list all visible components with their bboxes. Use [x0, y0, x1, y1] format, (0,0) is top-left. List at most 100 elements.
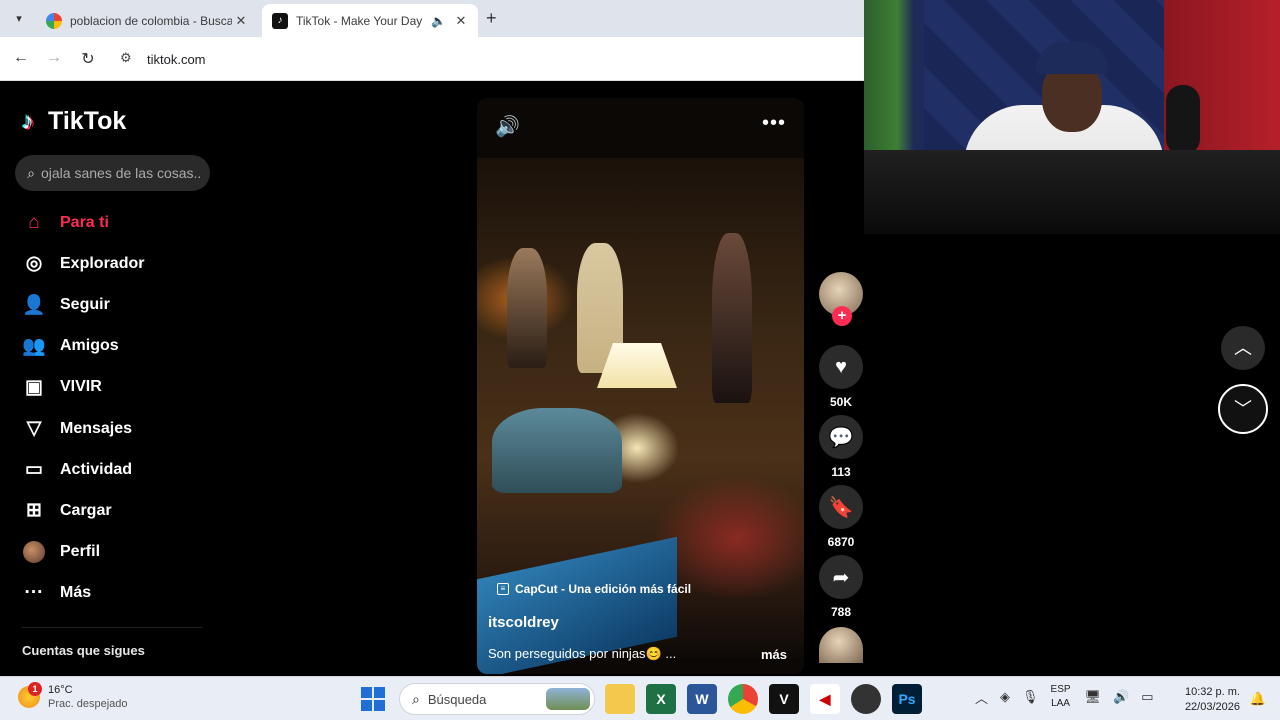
save-action[interactable]: 🔖 6870 — [818, 485, 864, 553]
tab-search-icon[interactable]: ▾ — [8, 8, 30, 30]
share-icon[interactable]: ➦ — [819, 555, 863, 599]
site-info-icon[interactable]: ⚙ — [120, 50, 132, 66]
volume-icon[interactable]: 🔊 — [1113, 689, 1129, 705]
scene-figure — [507, 248, 547, 368]
sidebar-item-seguir[interactable]: 👤 Seguir — [22, 284, 144, 325]
taskbar-search-label: Búsqueda — [427, 691, 487, 707]
heart-icon[interactable]: ♥ — [819, 345, 863, 389]
back-icon[interactable]: ← — [11, 49, 31, 67]
tab-title: TikTok - Make Your Day — [296, 13, 423, 28]
search-icon: ⌕ — [27, 164, 35, 181]
like-count: 50K — [829, 395, 852, 409]
chrome-icon[interactable] — [728, 684, 758, 714]
microphone — [1166, 85, 1200, 155]
sidebar-item-label: Mensajes — [60, 419, 133, 437]
url-field[interactable]: tiktok.com — [147, 52, 206, 67]
security-icon[interactable]: ◈ — [1000, 689, 1010, 705]
previous-video-button[interactable]: ︿ — [1221, 326, 1265, 370]
search-box[interactable]: ⌕ — [15, 155, 210, 191]
weather-temp: 16°C — [48, 684, 73, 696]
taskbar-apps: ⌕ Búsqueda X W V ◀ Ps — [358, 683, 933, 715]
sidebar-item-mensajes[interactable]: ▽ Mensajes — [22, 408, 144, 449]
app-dark-icon[interactable] — [851, 684, 881, 714]
close-tab-icon[interactable]: ✕ — [232, 13, 250, 29]
close-tab-icon[interactable]: ✕ — [452, 13, 470, 29]
network-icon[interactable]: 🖥 — [1085, 689, 1102, 705]
time: 10:32 p. m. — [1184, 686, 1240, 698]
scene-figure — [712, 233, 752, 403]
description-more-link[interactable]: más — [761, 647, 787, 662]
tab-audio-icon[interactable]: 🔈 — [431, 14, 446, 28]
sidebar-item-vivir[interactable]: ▣ VIVIR — [22, 367, 144, 408]
battery-icon[interactable]: ▭ — [1141, 689, 1153, 705]
more-options-icon[interactable]: ••• — [762, 112, 786, 135]
search-highlight-image — [546, 688, 590, 710]
sidebar-item-amigos[interactable]: 👥 Amigos — [22, 326, 144, 367]
creator-avatar[interactable]: + — [819, 272, 863, 326]
divider — [22, 627, 202, 628]
vegas-icon[interactable]: V — [769, 684, 799, 714]
tiktok-note-icon: ♪ — [22, 107, 34, 135]
microphone-icon[interactable]: 🎙 — [1022, 689, 1039, 705]
sidebar-item-cargar[interactable]: ⊞ Cargar — [22, 490, 144, 531]
sidebar-item-perfil[interactable]: Perfil — [22, 532, 144, 573]
windows-start-icon[interactable] — [361, 687, 385, 711]
clock[interactable]: 10:32 p. m. 22/03/2026 — [1185, 685, 1240, 715]
tab-google-search[interactable]: poblacion de colombia - Buscar ✕ — [36, 4, 258, 37]
desk — [864, 150, 1280, 234]
sidebar-item-label: Más — [60, 584, 92, 602]
file-explorer-icon[interactable] — [605, 684, 635, 714]
sidebar-item-para-ti[interactable]: ⌂ Para ti — [22, 202, 144, 243]
video-player[interactable]: 🔊 ••• ≡ CapCut - Una edición más fácil i… — [477, 98, 804, 674]
sidebar-item-actividad[interactable]: ▭ Actividad — [22, 449, 144, 490]
comment-icon[interactable]: 💬 — [819, 415, 863, 459]
excel-icon[interactable]: X — [646, 684, 676, 714]
follow-plus-icon[interactable]: + — [832, 306, 852, 326]
sidebar-item-label: Actividad — [60, 460, 133, 478]
webcam-overlay — [864, 0, 1280, 234]
sidebar-item-label: Amigos — [60, 337, 119, 355]
video-actions: + ♥ 50K 💬 113 🔖 6870 ➦ 788 — [818, 272, 864, 663]
live-tv-icon: ▣ — [25, 376, 43, 398]
system-tray: ︿ ◈ 🎙 ESP LAA 🖥 🔊 ▭ — [975, 683, 1166, 711]
app-red-icon[interactable]: ◀ — [810, 684, 840, 714]
more-dots-icon: ··· — [24, 582, 44, 604]
search-input[interactable] — [41, 165, 201, 181]
chevron-up-icon[interactable]: ︿ — [975, 688, 988, 707]
weather-desc: Prac. despejado — [48, 698, 128, 710]
sidebar-item-mas[interactable]: ··· Más — [22, 573, 144, 614]
bookmark-icon[interactable]: 🔖 — [819, 485, 863, 529]
tiktok-logo[interactable]: ♪ TikTok — [22, 107, 126, 136]
address-bar: ← → ↻ ⚙ tiktok.com — [0, 37, 864, 81]
tab-tiktok[interactable]: ♪ TikTok - Make Your Day 🔈 ✕ — [262, 4, 478, 37]
comment-action[interactable]: 💬 113 — [818, 415, 864, 483]
photoshop-icon[interactable]: Ps — [892, 684, 922, 714]
forward-icon[interactable]: → — [44, 49, 64, 67]
capcut-icon: ≡ — [497, 583, 509, 595]
video-description: Son perseguidos por ninjas😊 ... — [488, 646, 677, 661]
share-action[interactable]: ➦ 788 — [818, 555, 864, 623]
new-tab-icon[interactable]: + — [486, 8, 497, 29]
notification-icon[interactable]: 🔔 — [1250, 691, 1266, 707]
sound-avatar[interactable] — [819, 627, 863, 663]
notification-badge: 1 — [28, 682, 42, 696]
taskbar-search[interactable]: ⌕ Búsqueda — [399, 683, 595, 715]
video-author[interactable]: itscoldrey — [488, 614, 559, 631]
word-icon[interactable]: W — [687, 684, 717, 714]
reload-icon[interactable]: ↻ — [78, 49, 98, 69]
save-count: 6870 — [827, 535, 855, 549]
capcut-label: CapCut - Una edición más fácil — [515, 582, 692, 596]
profile-avatar-icon — [22, 540, 46, 564]
tab-title: poblacion de colombia - Buscar — [70, 13, 232, 28]
tiktok-favicon-icon: ♪ — [272, 12, 288, 29]
weather-widget[interactable]: 1 16°C Prac. despejado — [18, 682, 128, 711]
language-indicator[interactable]: ESP LAA — [1051, 683, 1071, 711]
sidebar-item-label: Explorador — [60, 254, 145, 272]
search-icon: ⌕ — [412, 690, 420, 707]
upload-icon: ⊞ — [26, 500, 42, 522]
sidebar-item-explorador[interactable]: ◎ Explorador — [22, 243, 145, 284]
volume-icon[interactable]: 🔊 — [495, 114, 520, 139]
sidebar-item-label: Perfil — [60, 543, 101, 561]
next-video-button[interactable]: ﹀ — [1218, 384, 1268, 434]
like-action[interactable]: ♥ 50K — [818, 345, 864, 413]
